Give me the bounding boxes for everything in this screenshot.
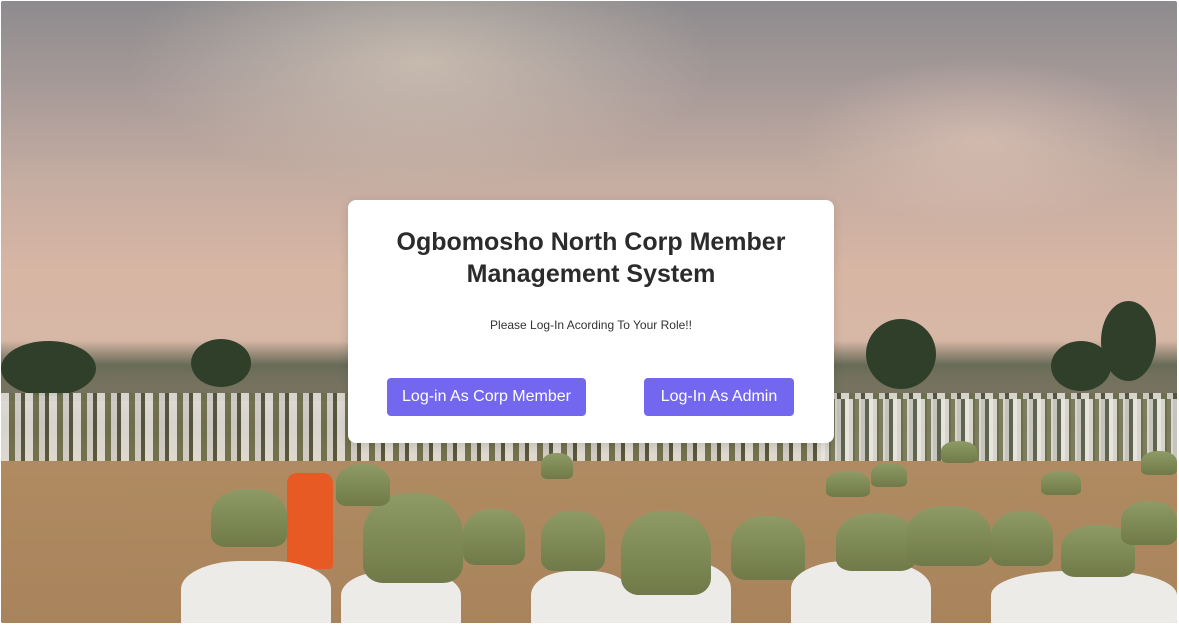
background-cap: [1141, 451, 1177, 475]
background-cap: [836, 513, 916, 571]
background-cap: [1041, 471, 1081, 495]
page: Ogbomosho North Corp Member Management S…: [1, 1, 1177, 623]
role-instruction-text: Please Log-In Acording To Your Role!!: [490, 318, 692, 332]
background-person: [181, 561, 331, 623]
page-title: Ogbomosho North Corp Member Management S…: [396, 228, 786, 288]
login-role-card: Ogbomosho North Corp Member Management S…: [348, 200, 834, 443]
background-cap: [991, 511, 1053, 566]
background-tree: [191, 339, 251, 387]
background-cap: [731, 516, 805, 580]
background-cap: [336, 464, 390, 506]
background-person: [287, 473, 333, 569]
background-cap: [1121, 501, 1177, 545]
background-cap: [871, 463, 907, 487]
background-cap: [621, 511, 711, 595]
login-corp-member-button[interactable]: Log-in As Corp Member: [387, 378, 586, 416]
background-cap: [211, 489, 287, 547]
background-tree: [1, 341, 96, 396]
background-person: [531, 571, 631, 623]
background-person: [991, 571, 1177, 623]
background-cap: [541, 453, 573, 479]
background-tree: [1101, 301, 1156, 381]
background-cap: [941, 441, 977, 463]
background-tree: [866, 319, 936, 389]
background-cap: [363, 493, 463, 583]
login-admin-button[interactable]: Log-In As Admin: [644, 378, 794, 416]
background-cap: [463, 509, 525, 565]
background-cap: [541, 511, 605, 571]
background-cap: [906, 506, 991, 566]
background-cap: [826, 471, 870, 497]
